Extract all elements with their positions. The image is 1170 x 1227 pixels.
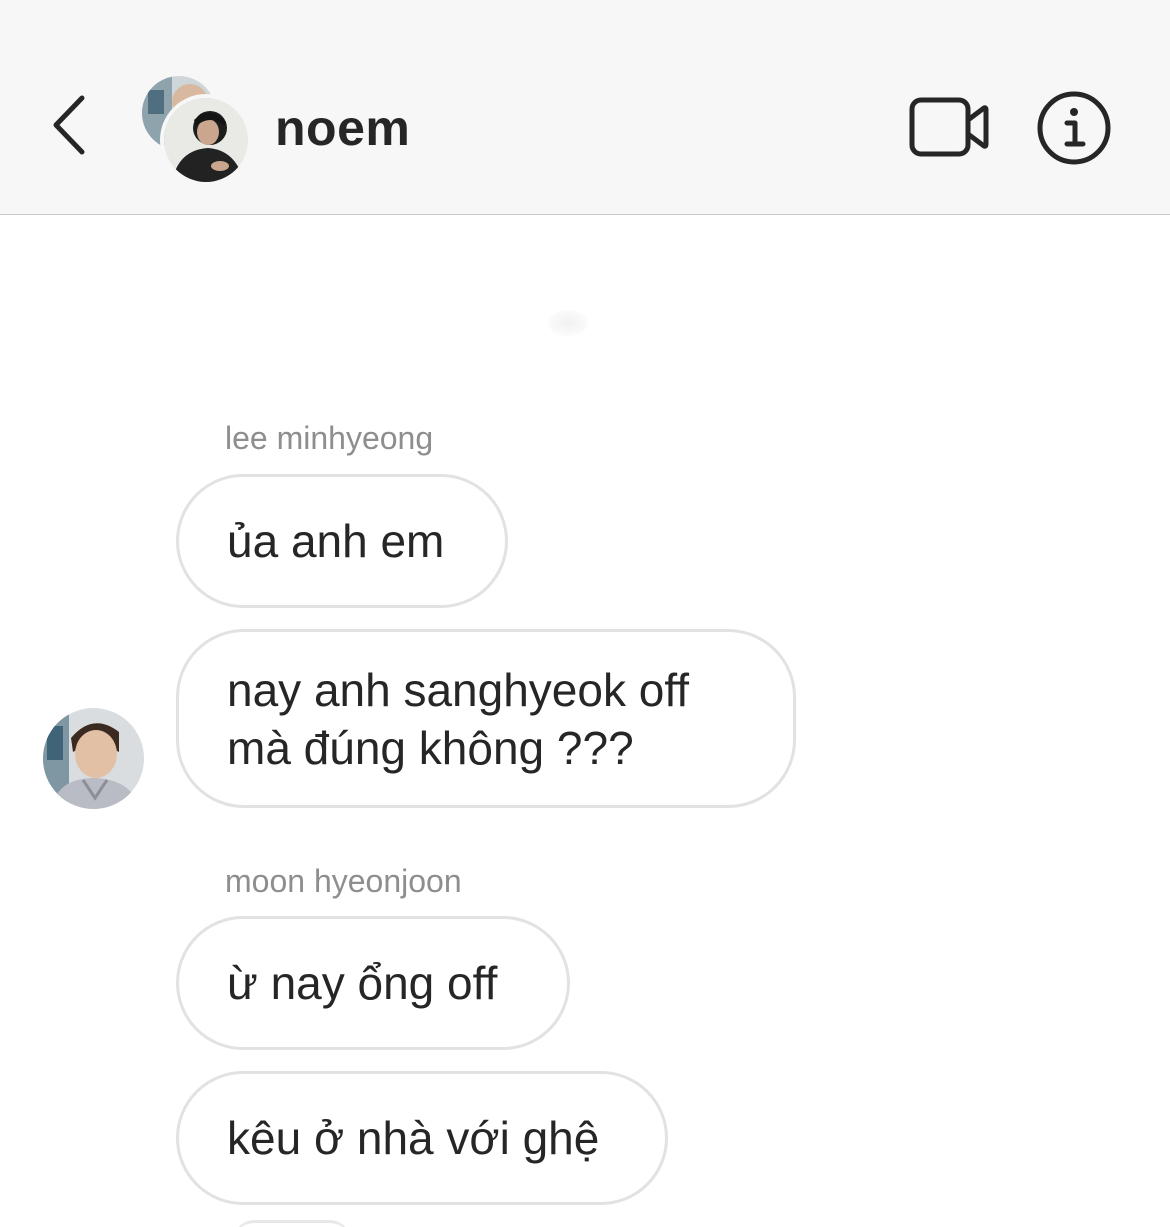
info-button[interactable] [1034, 88, 1114, 168]
member-avatar-front [160, 94, 252, 186]
message-text: kêu ở nhà với ghệ [227, 1112, 600, 1164]
message-bubble[interactable]: ừ nay ổng off [176, 916, 570, 1050]
message-text: ừ nay ổng off [227, 957, 498, 1009]
video-camera-icon [909, 97, 989, 157]
message-bubble[interactable]: kêu ở nhà với ghệ [176, 1071, 668, 1205]
back-button[interactable] [40, 90, 100, 160]
group-avatar[interactable] [142, 76, 252, 186]
message-bubble[interactable]: ủa anh em [176, 474, 508, 608]
sender-avatar[interactable] [43, 708, 144, 809]
info-circle-icon [1037, 91, 1111, 165]
message-bubble-partial [232, 1220, 352, 1227]
chevron-left-icon [53, 95, 85, 155]
message-text: nay anh sanghyeok off mà đúng không ??? [227, 663, 690, 774]
chat-header: noem [0, 0, 1170, 215]
video-call-button[interactable] [906, 94, 992, 160]
chat-title[interactable]: noem [275, 98, 410, 158]
dm-thread-screen: noem lee minhyeong ủa anh em nay anh san… [0, 0, 1170, 1227]
message-bubble[interactable]: nay anh sanghyeok off mà đúng không ??? [176, 629, 796, 808]
sender-name: lee minhyeong [225, 420, 434, 456]
typing-indicator [548, 310, 588, 336]
message-text: ủa anh em [227, 515, 445, 567]
sender-name: moon hyeonjoon [225, 863, 462, 899]
